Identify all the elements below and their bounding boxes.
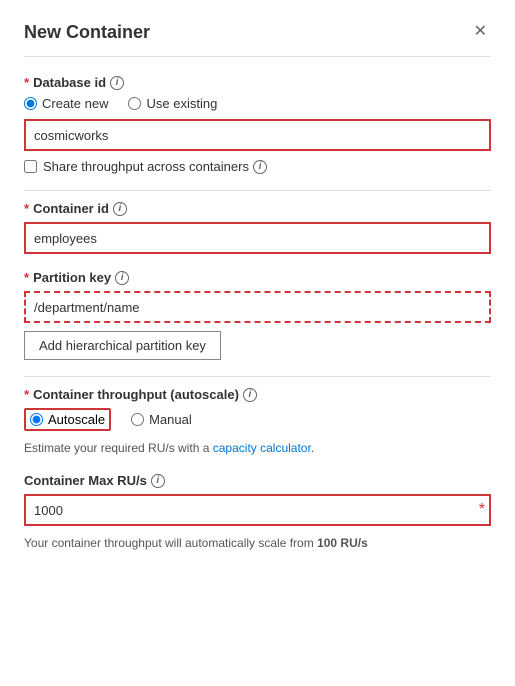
share-throughput-label: Share throughput across containers i	[43, 159, 267, 174]
database-id-section: * Database id i Create new Use existing …	[24, 75, 491, 174]
database-id-radio-group: Create new Use existing	[24, 96, 491, 111]
container-id-info-icon[interactable]: i	[113, 202, 127, 216]
radio-use-existing[interactable]: Use existing	[128, 96, 217, 111]
partition-key-input[interactable]	[24, 291, 491, 323]
max-ru-info-icon[interactable]: i	[151, 474, 165, 488]
required-star-ru: *	[479, 501, 485, 519]
estimate-text: Estimate your required RU/s with a capac…	[24, 439, 491, 457]
container-id-input[interactable]	[24, 222, 491, 254]
throughput-radio-group: Autoscale Manual	[24, 408, 491, 431]
database-id-info-icon[interactable]: i	[110, 76, 124, 90]
container-id-label: * Container id i	[24, 201, 491, 216]
container-throughput-section: * Container throughput (autoscale) i Aut…	[24, 387, 491, 457]
share-throughput-row: Share throughput across containers i	[24, 159, 491, 174]
add-hierarchical-key-button[interactable]: Add hierarchical partition key	[24, 331, 221, 360]
throughput-info-icon[interactable]: i	[243, 388, 257, 402]
radio-autoscale[interactable]	[30, 413, 43, 426]
radio-autoscale-label[interactable]: Autoscale	[24, 408, 111, 431]
required-star-partition: *	[24, 270, 29, 285]
scale-note: Your container throughput will automatic…	[24, 534, 491, 552]
dialog-title: New Container	[24, 22, 150, 43]
max-ru-input-wrapper: *	[24, 494, 491, 526]
dialog-header: New Container ✕	[24, 20, 491, 57]
max-ru-input[interactable]	[24, 494, 491, 526]
max-ru-section: Container Max RU/s i * Your container th…	[24, 473, 491, 552]
radio-create-new[interactable]: Create new	[24, 96, 108, 111]
share-throughput-info-icon[interactable]: i	[253, 160, 267, 174]
partition-key-info-icon[interactable]: i	[115, 271, 129, 285]
new-container-dialog: New Container ✕ * Database id i Create n…	[0, 0, 515, 686]
share-throughput-checkbox[interactable]	[24, 160, 37, 173]
radio-manual-label[interactable]: Manual	[131, 412, 192, 427]
throughput-label: * Container throughput (autoscale) i	[24, 387, 491, 402]
close-button[interactable]: ✕	[470, 20, 491, 44]
partition-key-label: * Partition key i	[24, 270, 491, 285]
required-star-throughput: *	[24, 387, 29, 402]
required-star-container: *	[24, 201, 29, 216]
capacity-calculator-link[interactable]: capacity calculator	[213, 441, 311, 455]
required-star-db: *	[24, 75, 29, 90]
radio-manual[interactable]	[131, 413, 144, 426]
database-id-input[interactable]	[24, 119, 491, 151]
max-ru-label: Container Max RU/s i	[24, 473, 491, 488]
database-id-label: * Database id i	[24, 75, 491, 90]
partition-key-section: * Partition key i Add hierarchical parti…	[24, 270, 491, 360]
container-id-section: * Container id i	[24, 201, 491, 254]
